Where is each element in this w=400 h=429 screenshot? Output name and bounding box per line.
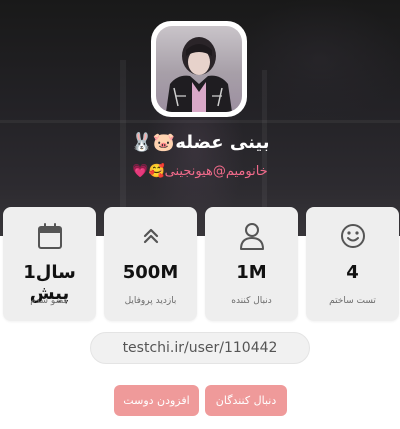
cover-decoration: [0, 120, 400, 123]
avatar-image: [156, 26, 242, 112]
calendar-icon: [3, 221, 96, 251]
stat-card-joined[interactable]: 1سال پیش عضو شدم: [3, 207, 96, 321]
avatar[interactable]: [151, 21, 247, 117]
stat-card-tests[interactable]: 4 تست ساختم: [306, 207, 399, 321]
double-chevron-up-icon: [104, 221, 197, 251]
stat-label: عضو شدم: [30, 296, 69, 306]
stat-label: تست ساختم: [329, 296, 376, 306]
stat-value: 4: [346, 262, 359, 283]
display-name: بینی عضله🐷🐰: [130, 132, 270, 153]
stat-value: 500M: [122, 262, 179, 283]
stat-card-profile-views[interactable]: 500M بازدید پروفایل: [104, 207, 197, 321]
smile-icon: [306, 221, 399, 251]
username: خانومیم@هیونجینی🥰💗: [132, 164, 268, 179]
stat-card-followers[interactable]: 1M دنبال کننده: [205, 207, 298, 321]
profile-link[interactable]: testchi.ir/user/110442: [90, 332, 310, 364]
stat-value: 1M: [236, 262, 267, 283]
stat-label: بازدید پروفایل: [124, 296, 177, 306]
user-icon: [205, 221, 298, 251]
add-friend-button[interactable]: افزودن دوست: [114, 385, 199, 416]
followers-button[interactable]: دنبال کنندگان: [205, 385, 287, 416]
stat-label: دنبال کننده: [231, 296, 272, 306]
